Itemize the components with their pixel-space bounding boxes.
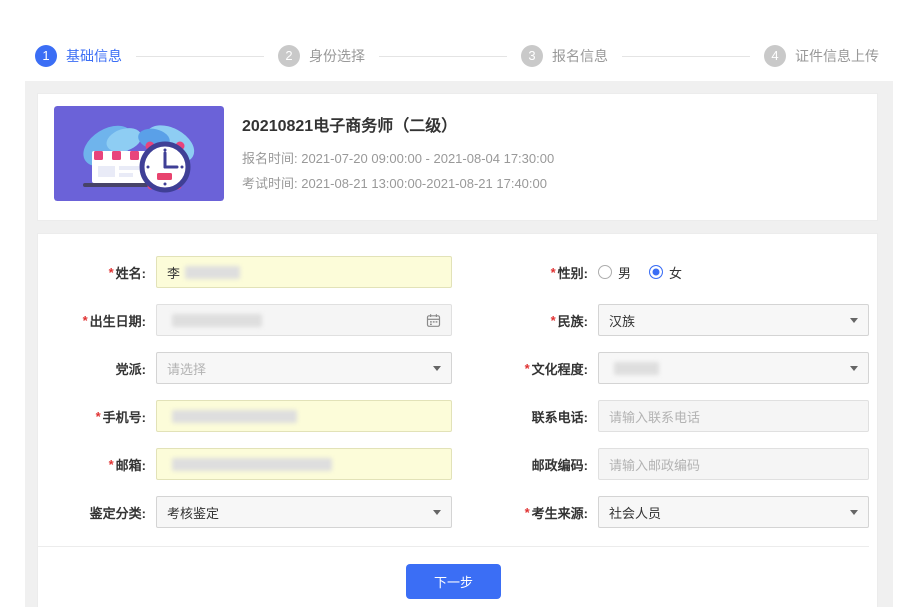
- examinee-source-value: 社会人员: [609, 503, 661, 522]
- registration-form: * 姓名: 李 * 性别: 男: [37, 233, 878, 607]
- birthdate-input[interactable]: [156, 304, 452, 336]
- redacted-text: [185, 266, 240, 279]
- postal-code-input[interactable]: 请输入邮政编码: [598, 448, 869, 480]
- redacted-text: [614, 362, 659, 375]
- step-number: 4: [764, 45, 786, 67]
- step-connector: [136, 56, 264, 57]
- step-connector: [379, 56, 507, 57]
- email-label: * 邮箱:: [38, 455, 156, 474]
- chevron-down-icon: [433, 366, 441, 371]
- required-mark: *: [109, 457, 114, 472]
- registration-page: 1 基础信息 2 身份选择 3 报名信息 4 证件信息上传: [0, 0, 899, 607]
- step-document-upload[interactable]: 4 证件信息上传: [764, 45, 879, 67]
- step-label: 基础信息: [66, 46, 122, 66]
- email-input[interactable]: [156, 448, 452, 480]
- exam-card: 20210821电子商务师（二级） 报名时间: 2021-07-20 09:00…: [37, 93, 878, 221]
- gender-radio-male[interactable]: 男: [598, 263, 631, 282]
- step-basic-info[interactable]: 1 基础信息: [35, 45, 122, 67]
- chevron-down-icon: [850, 510, 858, 515]
- step-number: 1: [35, 45, 57, 67]
- ethnicity-value: 汉族: [609, 311, 635, 330]
- name-label: * 姓名:: [38, 263, 156, 282]
- gender-label: * 性别:: [452, 263, 598, 282]
- name-value: 李: [167, 263, 180, 282]
- step-number: 2: [278, 45, 300, 67]
- step-label: 报名信息: [552, 46, 608, 66]
- mobile-label: * 手机号:: [38, 407, 156, 426]
- mobile-input[interactable]: [156, 400, 452, 432]
- ethnicity-label: * 民族:: [452, 311, 598, 330]
- gender-radio-group: 男 女: [598, 263, 869, 282]
- ethnicity-select[interactable]: 汉族: [598, 304, 869, 336]
- assessment-type-label: 鉴定分类:: [38, 503, 156, 522]
- redacted-text: [172, 314, 262, 327]
- education-select[interactable]: [598, 352, 869, 384]
- assessment-type-select[interactable]: 考核鉴定: [156, 496, 452, 528]
- contact-phone-label: 联系电话:: [452, 407, 598, 426]
- party-placeholder: 请选择: [167, 359, 206, 378]
- name-input[interactable]: 李: [156, 256, 452, 288]
- exam-title: 20210821电子商务师（二级）: [242, 112, 554, 136]
- exam-info: 20210821电子商务师（二级） 报名时间: 2021-07-20 09:00…: [242, 106, 554, 208]
- redacted-text: [172, 410, 297, 423]
- redacted-text: [172, 458, 332, 471]
- required-mark: *: [551, 313, 556, 328]
- form-footer: 下一步: [38, 546, 869, 607]
- chevron-down-icon: [850, 318, 858, 323]
- step-signup-info[interactable]: 3 报名信息: [521, 45, 608, 67]
- exam-exam-time: 考试时间: 2021-08-21 13:00:00-2021-08-21 17:…: [242, 171, 554, 196]
- calendar-icon[interactable]: [426, 313, 441, 328]
- radio-unchecked-icon: [598, 265, 612, 279]
- gender-radio-female[interactable]: 女: [649, 263, 682, 282]
- step-connector: [622, 56, 750, 57]
- chevron-down-icon: [850, 366, 858, 371]
- birthdate-label: * 出生日期:: [38, 311, 156, 330]
- education-label: * 文化程度:: [452, 359, 598, 378]
- chevron-down-icon: [433, 510, 441, 515]
- contact-phone-placeholder: 请输入联系电话: [609, 407, 700, 426]
- content-panel: 20210821电子商务师（二级） 报名时间: 2021-07-20 09:00…: [25, 81, 893, 607]
- next-step-button[interactable]: 下一步: [406, 564, 501, 599]
- exam-thumbnail-illustration: [54, 106, 224, 201]
- examinee-source-label: * 考生来源:: [452, 503, 598, 522]
- party-select[interactable]: 请选择: [156, 352, 452, 384]
- radio-checked-icon: [649, 265, 663, 279]
- contact-phone-input[interactable]: 请输入联系电话: [598, 400, 869, 432]
- assessment-type-value: 考核鉴定: [167, 503, 219, 522]
- postal-code-label: 邮政编码:: [452, 455, 598, 474]
- step-label: 身份选择: [309, 46, 365, 66]
- exam-signup-time: 报名时间: 2021-07-20 09:00:00 - 2021-08-04 1…: [242, 146, 554, 171]
- required-mark: *: [551, 265, 556, 280]
- required-mark: *: [83, 313, 88, 328]
- step-label: 证件信息上传: [795, 46, 879, 66]
- step-identity-select[interactable]: 2 身份选择: [278, 45, 365, 67]
- party-label: 党派:: [38, 359, 156, 378]
- step-number: 3: [521, 45, 543, 67]
- required-mark: *: [96, 409, 101, 424]
- required-mark: *: [525, 361, 530, 376]
- required-mark: *: [525, 505, 530, 520]
- step-progress: 1 基础信息 2 身份选择 3 报名信息 4 证件信息上传: [35, 45, 879, 67]
- examinee-source-select[interactable]: 社会人员: [598, 496, 869, 528]
- required-mark: *: [109, 265, 114, 280]
- postal-code-placeholder: 请输入邮政编码: [609, 455, 700, 474]
